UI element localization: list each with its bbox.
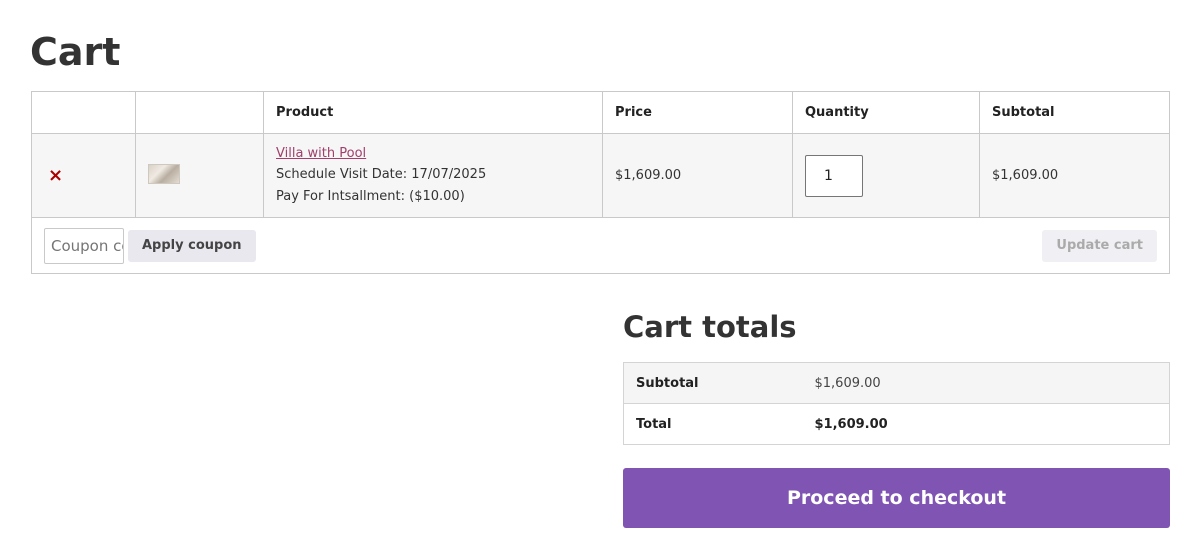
page-title: Cart (30, 30, 121, 74)
product-meta-visit-date: Schedule Visit Date: 17/07/2025 (276, 167, 487, 182)
update-cart-button[interactable]: Update cart (1042, 229, 1157, 262)
proceed-to-checkout-button[interactable]: Proceed to checkout (623, 468, 1170, 528)
cart-actions-row: Apply coupon Update cart (31, 217, 1170, 274)
subtotal-cell: $1,609.00 (979, 133, 1170, 218)
totals-subtotal-label: Subtotal (623, 362, 815, 404)
apply-coupon-button[interactable]: Apply coupon (128, 229, 256, 262)
header-product: Product (263, 91, 603, 134)
coupon-group: Apply coupon (44, 227, 256, 264)
cart-table-header: Product Price Quantity Subtotal (31, 91, 1170, 134)
price-cell: $1,609.00 (602, 133, 793, 218)
cart-table: Product Price Quantity Subtotal × Villa … (31, 91, 1170, 274)
remove-cell: × (31, 133, 136, 218)
header-price: Price (602, 91, 793, 134)
cart-item-row: × Villa with Pool Schedule Visit Date: 1… (31, 133, 1170, 218)
quantity-input[interactable] (805, 154, 863, 197)
totals-row-total: Total $1,609.00 (623, 403, 1170, 445)
header-thumbnail (135, 91, 264, 134)
totals-row-subtotal: Subtotal $1,609.00 (623, 362, 1170, 404)
product-meta-installment: Pay For Intsallment: ($10.00) (276, 189, 465, 204)
product-thumbnail[interactable] (148, 163, 180, 184)
cart-actions-cell: Apply coupon Update cart (31, 217, 1170, 274)
header-subtotal: Subtotal (979, 91, 1170, 134)
product-cell: Villa with Pool Schedule Visit Date: 17/… (263, 133, 603, 218)
coupon-input[interactable] (44, 227, 124, 264)
totals-subtotal-value: $1,609.00 (814, 362, 1170, 404)
totals-total-value: $1,609.00 (814, 403, 1170, 445)
product-link[interactable]: Villa with Pool (276, 143, 590, 164)
remove-icon[interactable]: × (48, 166, 63, 185)
cart-totals-table: Subtotal $1,609.00 Total $1,609.00 (623, 362, 1170, 445)
cart-actions: Apply coupon Update cart (44, 227, 1157, 264)
header-remove (31, 91, 136, 134)
totals-total-label: Total (623, 403, 815, 445)
quantity-cell (792, 133, 980, 218)
header-quantity: Quantity (792, 91, 980, 134)
cart-totals-title: Cart totals (623, 310, 797, 344)
thumbnail-cell (135, 133, 264, 218)
